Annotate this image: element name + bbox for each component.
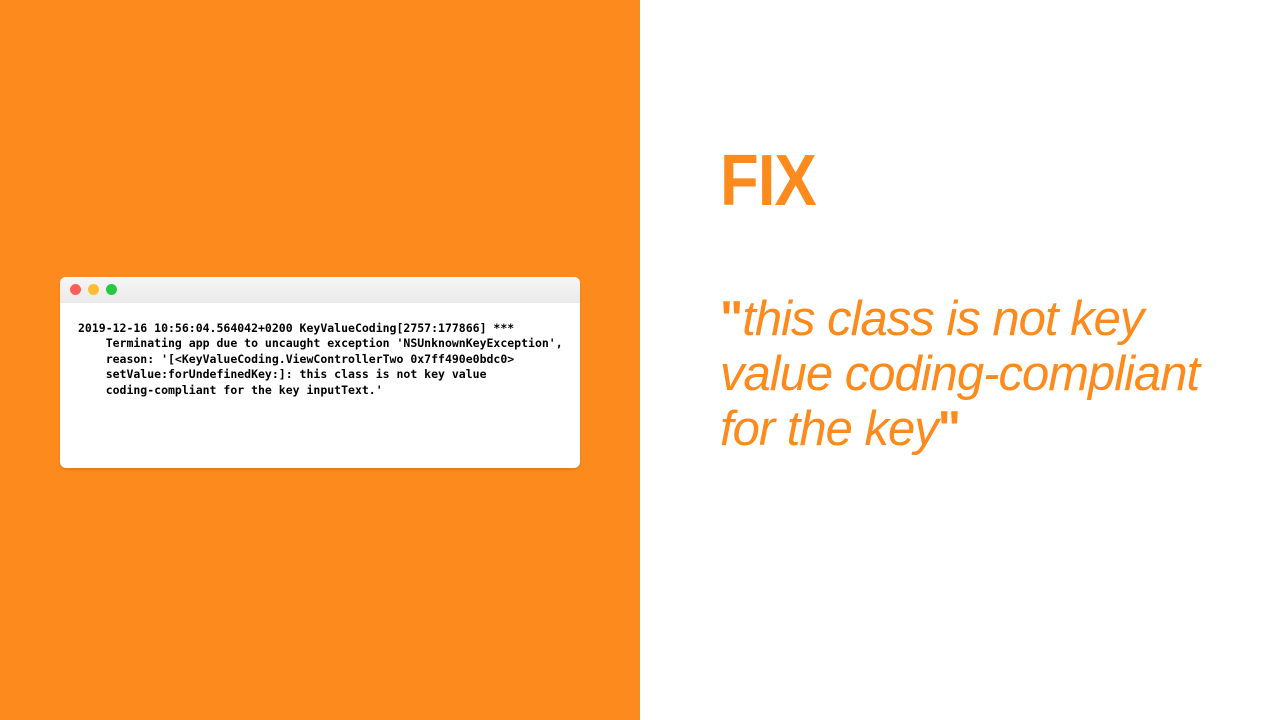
open-quote: " (720, 292, 742, 346)
close-icon[interactable] (70, 284, 81, 295)
terminal-window: 2019-12-16 10:56:04.564042+0200 KeyValue… (60, 277, 580, 469)
window-titlebar (60, 277, 580, 303)
left-panel: 2019-12-16 10:56:04.564042+0200 KeyValue… (0, 0, 640, 720)
close-quote: " (938, 402, 960, 456)
log-line: coding-compliant for the key inputText.' (78, 383, 383, 397)
log-line: setValue:forUndefinedKey:]: this class i… (78, 367, 487, 381)
right-panel: FIX "this class is not key value coding-… (640, 0, 1280, 720)
error-quote: "this class is not key value coding-comp… (720, 292, 1200, 457)
log-line: reason: '[<KeyValueCoding.ViewController… (78, 352, 514, 366)
minimize-icon[interactable] (88, 284, 99, 295)
headline: FIX (720, 140, 1142, 222)
log-line: 2019-12-16 10:56:04.564042+0200 KeyValue… (78, 321, 514, 335)
slide-container: 2019-12-16 10:56:04.564042+0200 KeyValue… (0, 0, 1280, 720)
log-line: Terminating app due to uncaught exceptio… (78, 336, 563, 350)
zoom-icon[interactable] (106, 284, 117, 295)
console-output: 2019-12-16 10:56:04.564042+0200 KeyValue… (60, 303, 580, 469)
